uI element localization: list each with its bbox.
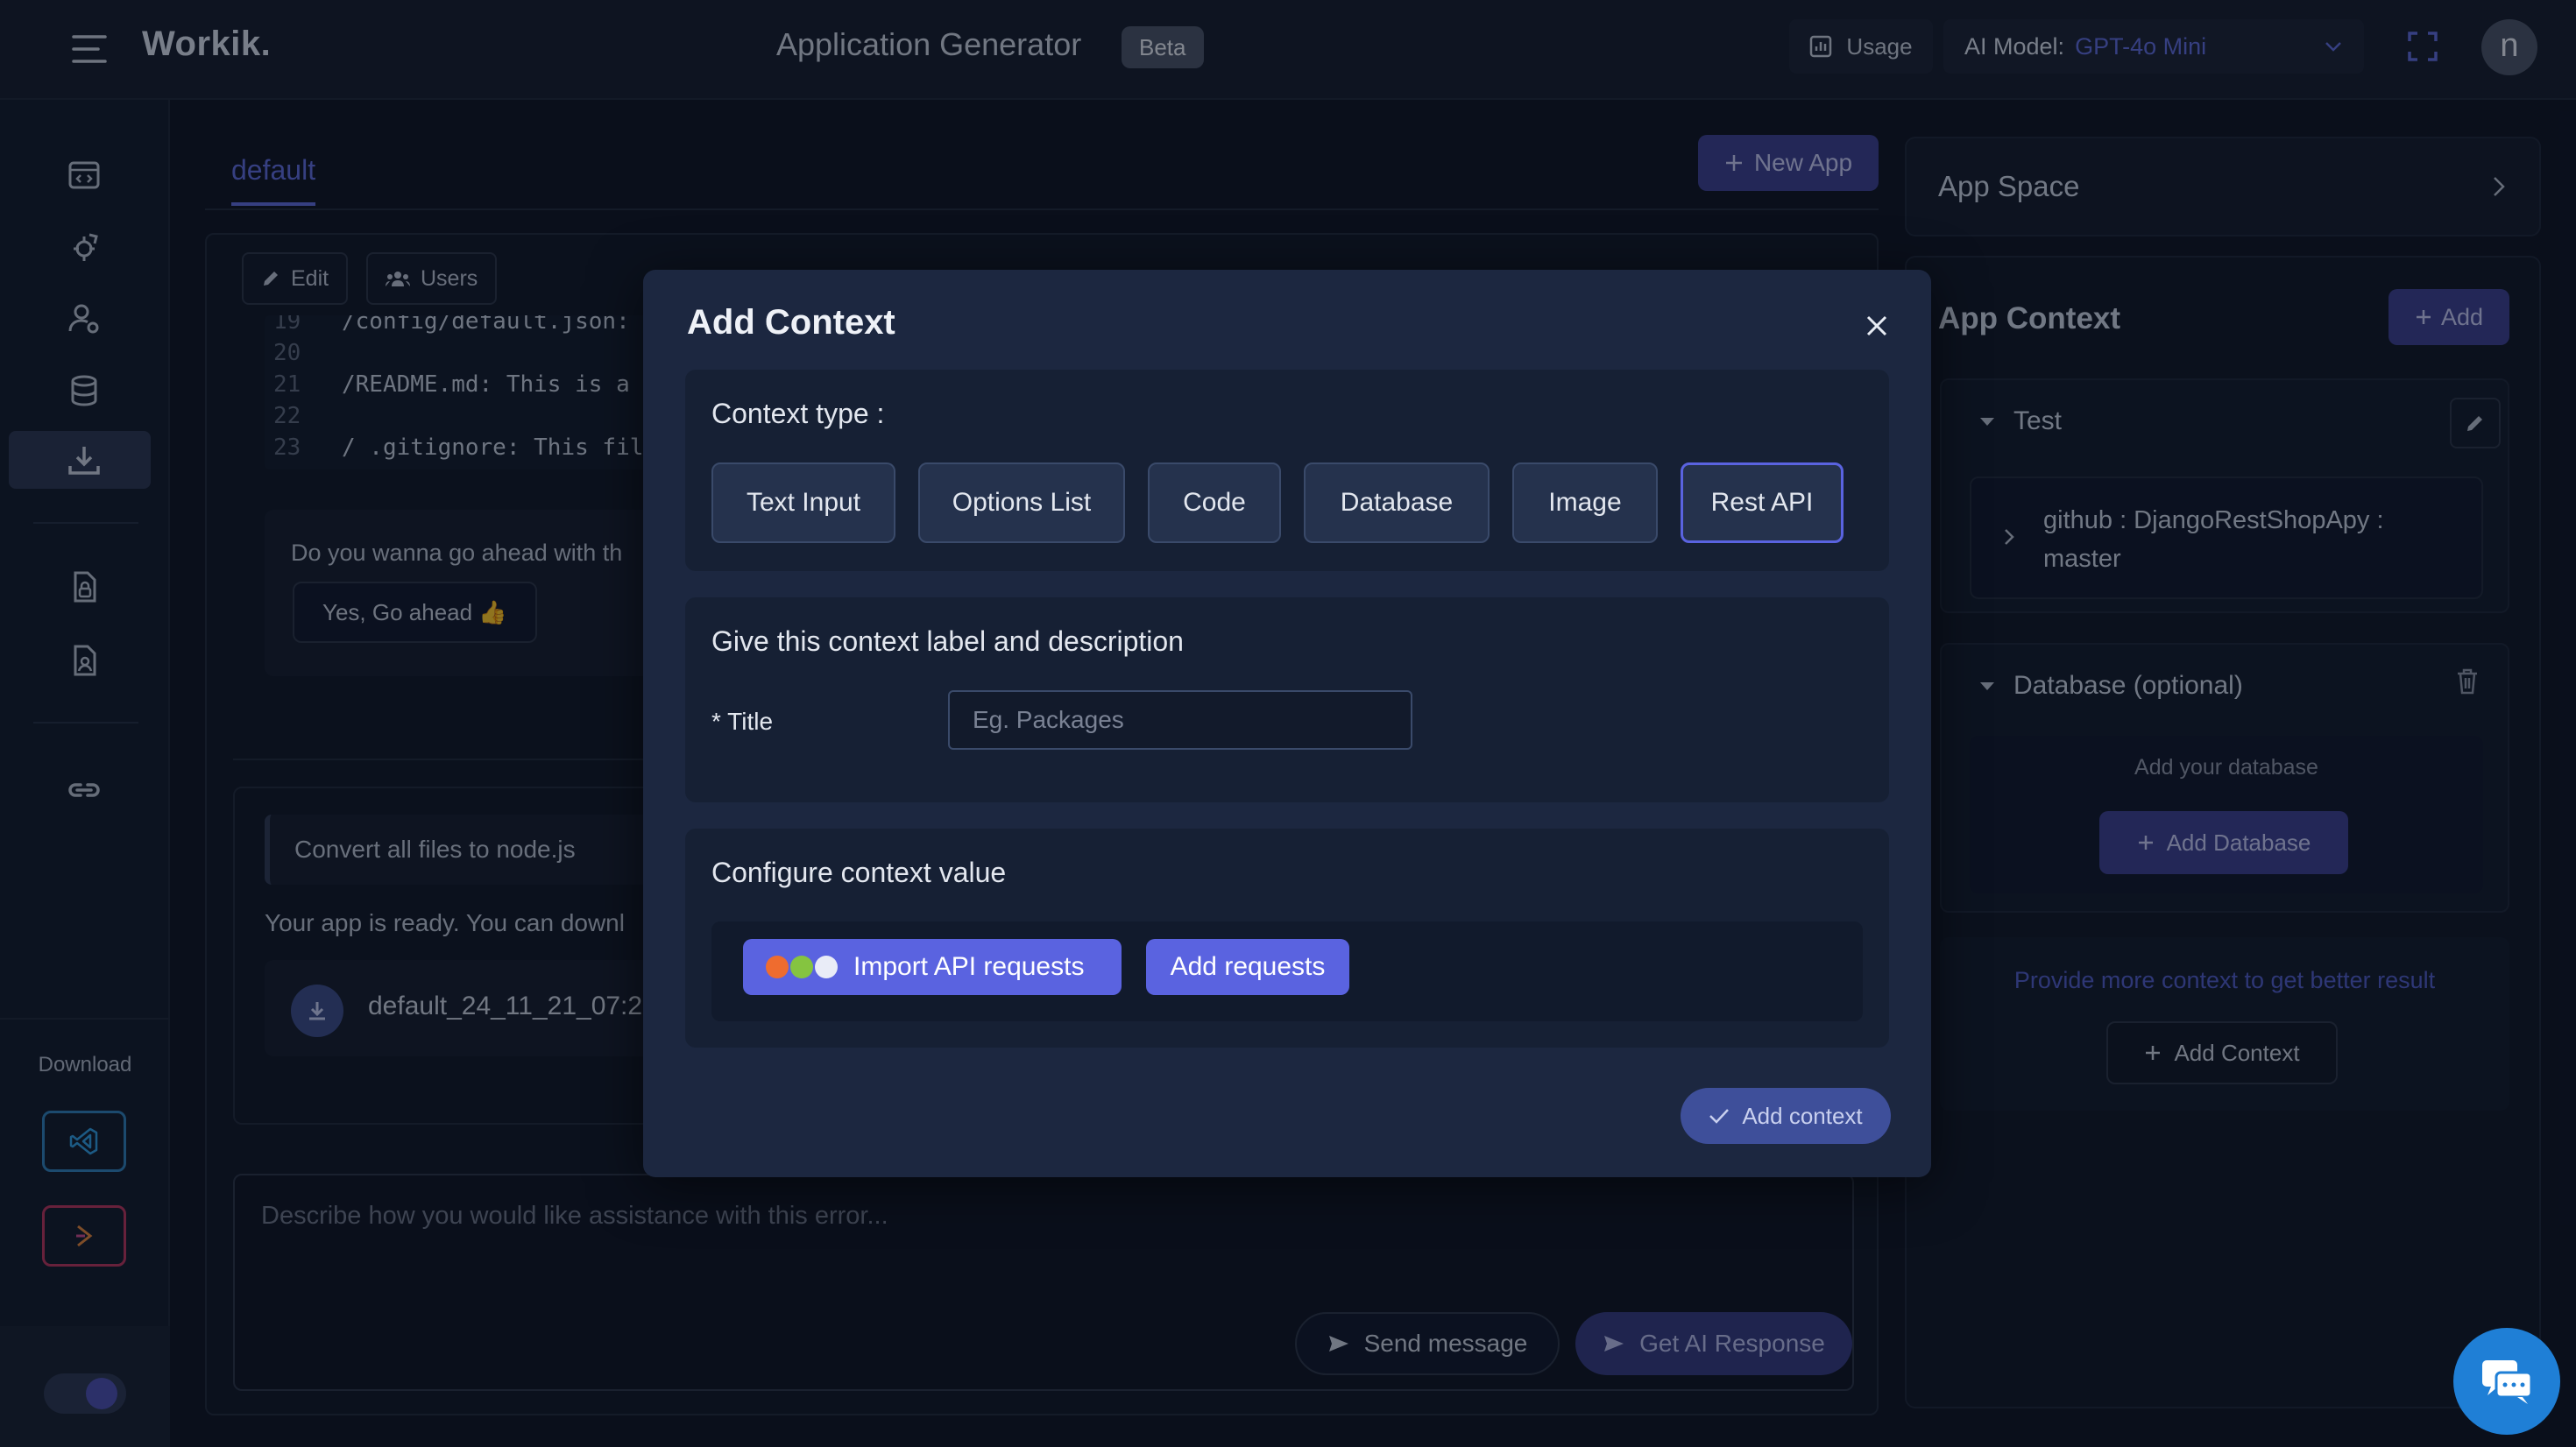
chat-bubble-icon <box>2479 1357 2535 1406</box>
check-icon <box>1709 1107 1730 1125</box>
import-api-requests-button[interactable]: Import API requests <box>743 939 1122 995</box>
type-text-input-button[interactable]: Text Input <box>711 462 895 543</box>
add-requests-button[interactable]: Add requests <box>1146 939 1349 995</box>
add-context-modal: Add Context Context type : Text Input Op… <box>643 270 1931 1177</box>
label-section: Give this context label and description … <box>685 597 1889 802</box>
context-type-label: Context type : <box>711 398 885 429</box>
support-chat-button[interactable] <box>2453 1328 2560 1435</box>
type-database-button[interactable]: Database <box>1304 462 1490 543</box>
title-field-label: * Title <box>711 708 774 735</box>
type-code-button[interactable]: Code <box>1148 462 1281 543</box>
context-type-section: Context type : Text Input Options List C… <box>685 370 1889 571</box>
submit-add-context-label: Add context <box>1742 1102 1863 1129</box>
postman-icon <box>766 956 789 978</box>
type-options-list-button[interactable]: Options List <box>918 462 1125 543</box>
label-section-title: Give this context label and description <box>711 625 1184 657</box>
type-image-button[interactable]: Image <box>1512 462 1658 543</box>
submit-add-context-button[interactable]: Add context <box>1681 1088 1891 1144</box>
api-tools-icon <box>766 956 838 978</box>
context-value-section: Configure context value Import API reque… <box>685 829 1889 1048</box>
insomnia-icon <box>815 956 838 978</box>
swagger-icon <box>790 956 813 978</box>
close-icon[interactable] <box>1858 307 1896 345</box>
modal-title: Add Context <box>687 303 895 342</box>
type-rest-api-button[interactable]: Rest API <box>1681 462 1844 543</box>
context-value-title: Configure context value <box>711 857 1007 888</box>
title-input[interactable] <box>948 690 1412 750</box>
context-value-box: Import API requests Add requests <box>711 921 1863 1021</box>
import-api-requests-label: Import API requests <box>853 952 1085 981</box>
